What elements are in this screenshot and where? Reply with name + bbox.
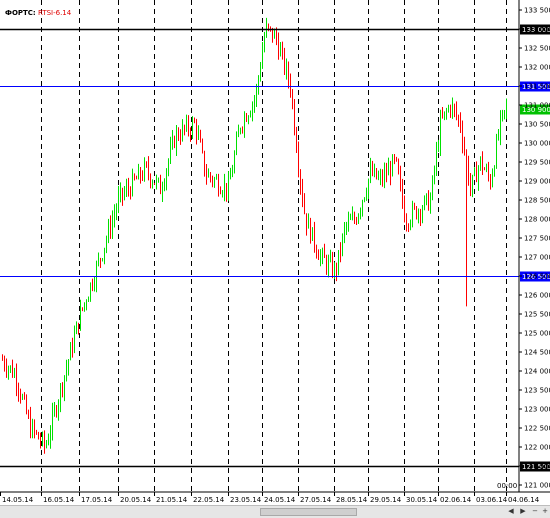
zoom-out-icon[interactable]: − xyxy=(530,507,540,516)
date-tick-label: 24.05.14 xyxy=(264,496,296,504)
date-tick-label: 17.05.14 xyxy=(81,496,113,504)
price-tick-label: 124 000 xyxy=(524,368,550,376)
price-tick-label: 129 500 xyxy=(524,159,550,167)
scroll-right-icon[interactable]: ▶ xyxy=(518,507,528,516)
price-tick-label: 133 500 xyxy=(524,7,550,15)
date-tick-label: 29.05.14 xyxy=(370,496,402,504)
price-tick-label: 126 000 xyxy=(524,292,550,300)
time-marker: 00:00 xyxy=(497,482,517,490)
price-tick-label: 125 000 xyxy=(524,330,550,338)
price-tick-label: 127 000 xyxy=(524,254,550,262)
date-tick-label: 03.06.14 xyxy=(476,496,508,504)
price-tick-label: 126 500 xyxy=(524,273,550,281)
chart-window[interactable]: 133 000 131 500 130 900 126 500 121 500 133 … xyxy=(0,0,550,518)
scrollbar-thumb[interactable] xyxy=(260,508,357,516)
price-tick-label: 132 500 xyxy=(524,45,550,53)
zoom-in-icon[interactable]: + xyxy=(540,507,550,516)
symbol-label: RTSI-6.14 xyxy=(37,9,72,17)
price-tick-label: 125 500 xyxy=(524,311,550,319)
price-tick-label: 133 000 xyxy=(524,26,550,34)
chart-title: ФОРТС: RTSI-6.14 xyxy=(5,9,71,18)
date-tick-label: 27.05.14 xyxy=(300,496,332,504)
price-tick-label: 122 500 xyxy=(524,425,550,433)
date-tick-label: 21.05.14 xyxy=(156,496,188,504)
price-tick-label: 121 500 xyxy=(524,463,550,471)
price-tick-label: 123 000 xyxy=(524,406,550,414)
price-tick-label: 130 000 xyxy=(524,140,550,148)
date-tick-label: 23.05.14 xyxy=(230,496,262,504)
scroll-left-icon[interactable]: ◀ xyxy=(506,507,516,516)
price-tick-label: 121 000 xyxy=(524,482,550,490)
market-label: ФОРТС: xyxy=(5,9,36,17)
price-tick-label: 124 500 xyxy=(524,349,550,357)
date-tick-label: 30.05.14 xyxy=(406,496,438,504)
price-tick-label: 122 000 xyxy=(524,444,550,452)
price-tick-label: 130 500 xyxy=(524,121,550,129)
price-tick-label: 131 000 xyxy=(524,102,550,110)
price-tick-label: 128 000 xyxy=(524,216,550,224)
date-tick-label: 14.05.14 xyxy=(2,496,34,504)
price-tick-label: 123 500 xyxy=(524,387,550,395)
price-tick-label: 132 000 xyxy=(524,64,550,72)
date-tick-label: 22.05.14 xyxy=(193,496,225,504)
horizontal-scrollbar[interactable]: ◀ ▶ − + xyxy=(0,505,550,518)
date-tick-label: 04.06.14 xyxy=(508,496,540,504)
price-tick-label: 131 500 xyxy=(524,83,550,91)
price-chart[interactable]: 133 000131 500130 900126 500121 500 133 … xyxy=(0,0,550,505)
date-tick-label: 16.05.14 xyxy=(43,496,75,504)
date-tick-label: 02.06.14 xyxy=(440,496,472,504)
price-tick-label: 127 500 xyxy=(524,235,550,243)
price-tick-label: 128 500 xyxy=(524,197,550,205)
date-tick-label: 28.05.14 xyxy=(336,496,368,504)
price-tick-label: 129 000 xyxy=(524,178,550,186)
date-tick-label: 20.05.14 xyxy=(120,496,152,504)
